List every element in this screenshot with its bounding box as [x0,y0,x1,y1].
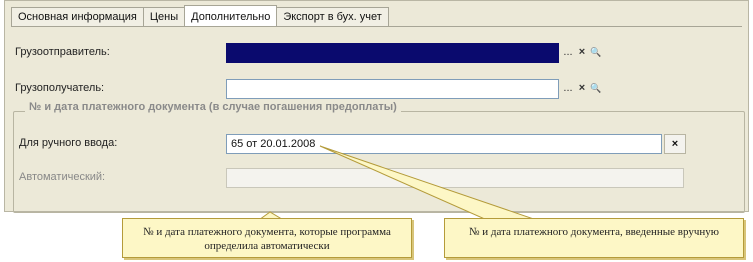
manual-callout-pointer [319,145,561,229]
auto-callout: № и дата платежного документа, которые п… [122,218,412,258]
tab-additional[interactable]: Дополнительно [184,5,278,26]
manual-callout: № и дата платежного документа, введенные… [444,218,744,258]
